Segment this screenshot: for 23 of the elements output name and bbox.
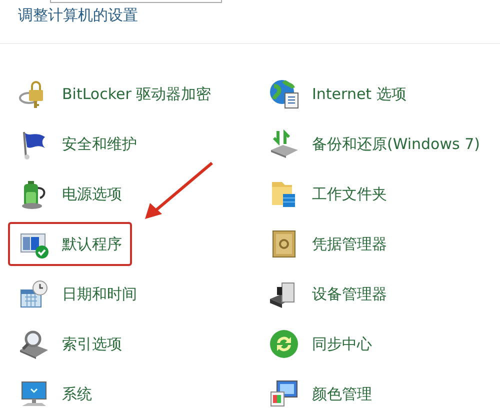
control-panel-link[interactable]: 默认程序 [8, 222, 132, 266]
search-field[interactable] [50, 0, 222, 3]
control-panel-link[interactable]: 日期和时间 [8, 269, 147, 319]
control-panel-link[interactable]: 备份和还原(Windows 7) [258, 119, 490, 169]
control-panel-link[interactable]: 颜色管理 [258, 369, 382, 409]
control-panel-link[interactable]: 凭据管理器 [258, 219, 397, 269]
magnifier-drive-icon [18, 328, 50, 360]
control-panel-link[interactable]: 工作文件夹 [258, 169, 397, 219]
sync-icon [268, 328, 300, 360]
color-monitor-icon [268, 378, 300, 409]
control-panel-link[interactable]: Internet 选项 [258, 69, 416, 119]
control-panel-link[interactable]: 系统 [8, 369, 102, 409]
globe-document-icon [268, 78, 300, 110]
calendar-clock-icon [18, 278, 50, 310]
drive-arrows-icon [268, 128, 300, 160]
section-title: 调整计算机的设置 [17, 5, 139, 26]
control-panel-link[interactable]: 设备管理器 [258, 269, 397, 319]
control-panel-link[interactable]: 同步中心 [258, 319, 382, 369]
control-panel-link[interactable]: BitLocker 驱动器加密 [8, 69, 222, 119]
annotation-arrow [145, 162, 213, 219]
control-panel-link[interactable]: 索引选项 [8, 319, 132, 369]
control-panel-link[interactable]: 安全和维护 [8, 119, 147, 169]
control-panel-link[interactable]: 电源选项 [8, 169, 132, 219]
